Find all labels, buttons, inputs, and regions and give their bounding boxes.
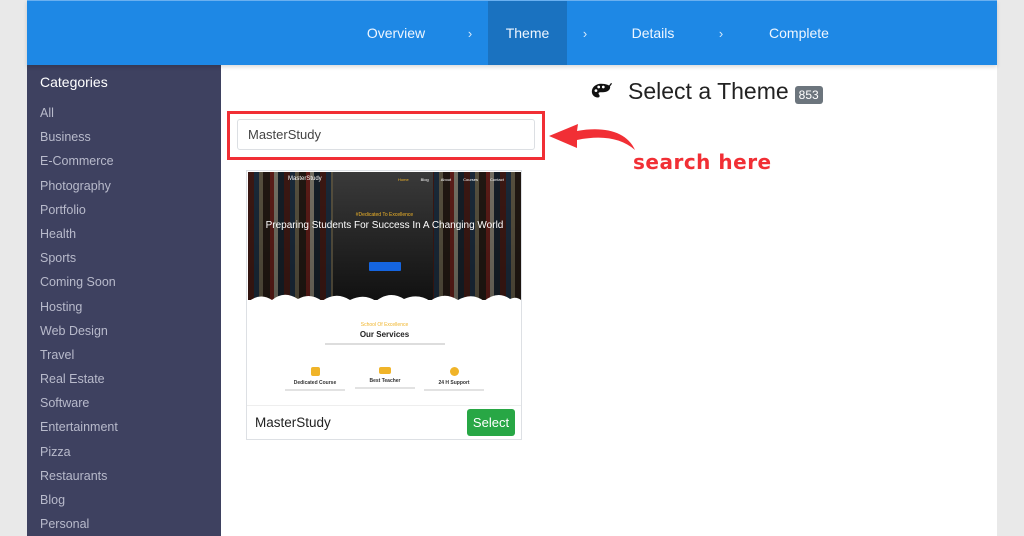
preview-nav-item: Home [398, 177, 409, 182]
theme-name: MasterStudy [255, 415, 331, 430]
step-complete[interactable]: Complete [739, 1, 859, 65]
preview-section-title: Our Services [359, 330, 410, 339]
theme-count-badge: 853 [794, 85, 823, 104]
page-title: Select a Theme [628, 78, 789, 104]
preview-hero: MasterStudy Home Blog About Courses Cont… [248, 172, 521, 300]
category-item-coming-soon[interactable]: Coming Soon [40, 274, 118, 298]
preview-feature-title: Best Teacher [369, 378, 401, 384]
preview-tagline: #Dedicated To Excellence [355, 212, 414, 218]
category-item-real-estate[interactable]: Real Estate [40, 371, 118, 395]
wizard-steps: Overview › Theme › Details › Complete [340, 1, 859, 65]
category-item-restaurants[interactable]: Restaurants [40, 468, 118, 492]
annotation-arrow-icon [549, 124, 635, 150]
preview-feature: Dedicated Course [275, 367, 355, 391]
step-separator-icon: › [467, 25, 473, 41]
category-item-personal[interactable]: Personal [40, 516, 118, 536]
wizard-header: Overview › Theme › Details › Complete [27, 0, 997, 65]
category-item-health[interactable]: Health [40, 226, 118, 250]
preview-feature-text [285, 389, 345, 391]
preview-feature-text [355, 387, 415, 389]
palette-icon [591, 82, 612, 97]
category-item-portfolio[interactable]: Portfolio [40, 202, 118, 226]
category-item-all[interactable]: All [40, 105, 118, 129]
preview-feature-text [424, 389, 484, 391]
preview-nav-item: Contact [490, 177, 504, 182]
select-theme-button[interactable]: Select [467, 409, 515, 436]
category-item-sports[interactable]: Sports [40, 250, 118, 274]
book-icon [310, 367, 320, 376]
category-item-hosting[interactable]: Hosting [40, 299, 118, 323]
category-item-business[interactable]: Business [40, 129, 118, 153]
step-separator-icon: › [718, 25, 724, 41]
theme-preview-image[interactable]: MasterStudy Home Blog About Courses Cont… [248, 172, 521, 404]
preview-section-text [324, 343, 445, 345]
preview-nav-item: Courses [463, 177, 479, 182]
sidebar-title: Categories [40, 74, 108, 90]
preview-headline: Preparing Students For Success In A Chan… [265, 220, 504, 231]
preview-nav-item: About [440, 177, 452, 182]
theme-search-input[interactable] [237, 119, 535, 150]
category-item-software[interactable]: Software [40, 395, 118, 419]
preview-feature-title: Dedicated Course [293, 380, 337, 386]
preview-logo: MasterStudy [288, 176, 322, 182]
theme-card-footer: MasterStudy Select [247, 405, 521, 440]
category-item-entertainment[interactable]: Entertainment [40, 419, 118, 443]
preview-feature: Best Teacher [345, 367, 425, 389]
preview-feature-title: 24 H Support [438, 380, 470, 386]
category-item-blog[interactable]: Blog [40, 492, 118, 516]
categories-sidebar: Categories All Business E-Commerce Photo… [27, 65, 221, 536]
theme-card[interactable]: MasterStudy Home Blog About Courses Cont… [246, 170, 522, 440]
graduation-cap-icon [379, 367, 391, 374]
preview-cta-button [369, 262, 401, 271]
annotation-text: search here [633, 150, 772, 174]
preview-services: School Of Excellence Our Services [248, 322, 521, 345]
preview-cloud-divider [248, 294, 521, 310]
step-details[interactable]: Details [603, 1, 703, 65]
category-item-travel[interactable]: Travel [40, 347, 118, 371]
step-theme[interactable]: Theme [488, 1, 567, 65]
preview-section-kicker: School Of Excellence [360, 322, 409, 328]
page-heading: Select a Theme 853 [590, 78, 823, 105]
step-separator-icon: › [582, 25, 588, 41]
preview-hero-shadow [333, 172, 433, 300]
search-highlight-box [227, 111, 545, 160]
category-item-photography[interactable]: Photography [40, 178, 118, 202]
category-item-e-commerce[interactable]: E-Commerce [40, 153, 118, 177]
category-item-pizza[interactable]: Pizza [40, 444, 118, 468]
app-frame: Overview › Theme › Details › Complete Ca… [27, 0, 997, 536]
preview-nav-item: Blog [420, 177, 429, 182]
category-item-web-design[interactable]: Web Design [40, 323, 118, 347]
step-overview[interactable]: Overview [340, 1, 452, 65]
clock-icon [449, 367, 459, 376]
category-list: All Business E-Commerce Photography Port… [40, 105, 118, 536]
preview-feature: 24 H Support [414, 367, 494, 391]
preview-nav: Home Blog About Courses Contact [398, 177, 504, 182]
